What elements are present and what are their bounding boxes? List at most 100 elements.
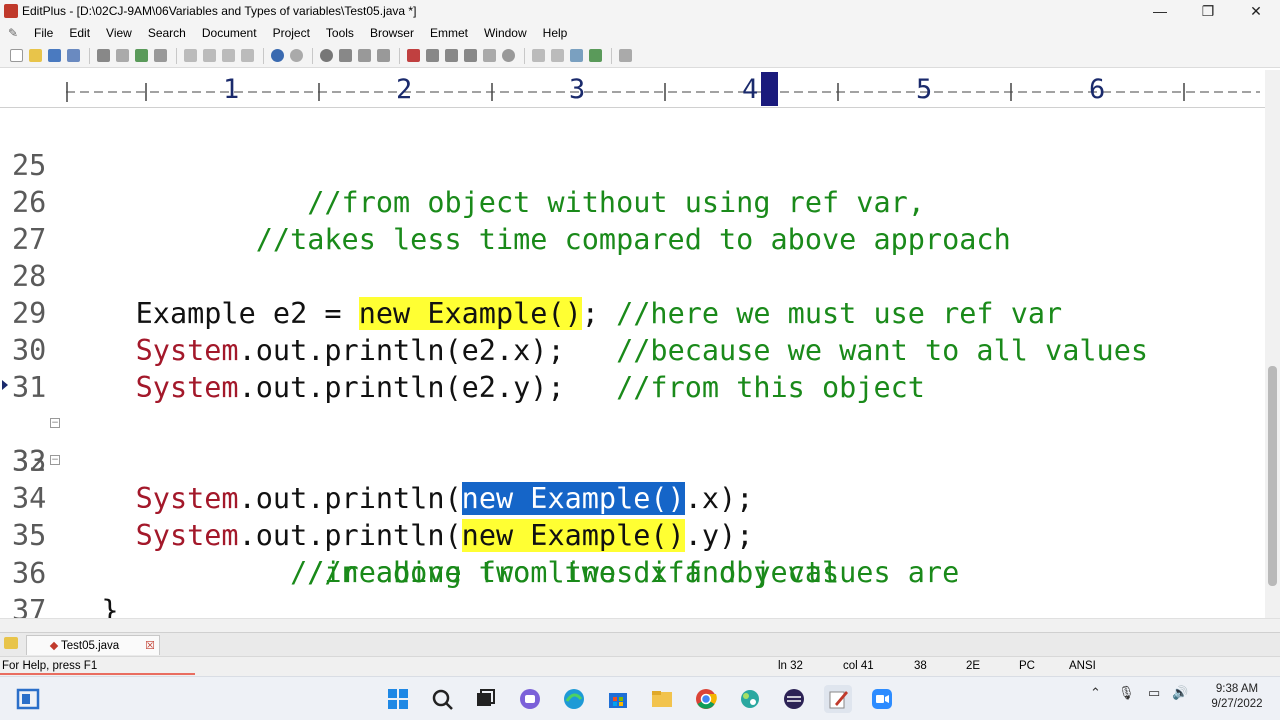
fold-marker-icon[interactable]: − (50, 418, 60, 428)
current-line-marker (2, 380, 8, 390)
status-column: col 41 (843, 660, 874, 672)
code-editor[interactable]: 25 //from object without using ref var, … (0, 108, 1265, 618)
window-cascade-icon[interactable] (549, 47, 566, 64)
ruler-mark-1: 1 (223, 74, 240, 105)
settings-icon[interactable] (500, 47, 517, 64)
vertical-scrollbar[interactable] (1265, 70, 1280, 618)
maximize-button[interactable]: ❐ (1185, 0, 1231, 22)
search-icon[interactable] (428, 685, 456, 713)
clock-date: 9/27/2022 (1211, 698, 1263, 710)
tab-label: Test05.java (61, 639, 120, 652)
menu-window[interactable]: Window (476, 26, 535, 40)
window-title: EditPlus - [D:\02CJ-9AM\06Variables and … (22, 4, 417, 18)
code-line: 25 //from object without using ref var, (0, 110, 1265, 219)
ruler-ticks (66, 72, 1260, 106)
open-folder-icon[interactable] (27, 47, 44, 64)
code-line: 36 } (0, 518, 1265, 618)
ruler-mark-6: 6 (1089, 74, 1106, 105)
help-icon[interactable] (617, 47, 634, 64)
editplus-taskbar-icon[interactable] (824, 685, 852, 713)
microphone-icon[interactable]: 🎙 (1118, 685, 1135, 701)
file-explorer-icon[interactable] (648, 685, 676, 713)
chrome-icon[interactable] (692, 685, 720, 713)
save-icon[interactable] (46, 47, 63, 64)
toolbar-separator (89, 47, 90, 64)
menu-view[interactable]: View (98, 26, 140, 40)
paste-icon[interactable] (220, 47, 237, 64)
code-line: 34 − //in above two lines x and y values… (0, 443, 1265, 589)
menu-emmet[interactable]: Emmet (422, 26, 476, 40)
code-line: 27 (0, 184, 1265, 256)
taskbar-clock[interactable]: 9:38 AM 9/27/2022 (1198, 682, 1276, 712)
widgets-icon[interactable] (14, 685, 42, 713)
font-icon[interactable] (405, 47, 422, 64)
redo-icon[interactable] (288, 47, 305, 64)
menu-edit[interactable]: Edit (61, 26, 98, 40)
edge-browser-icon[interactable] (560, 685, 588, 713)
store-icon[interactable] (604, 685, 632, 713)
find-in-files-icon[interactable] (356, 47, 373, 64)
print-preview-icon[interactable] (114, 47, 131, 64)
menu-search[interactable]: Search (140, 26, 194, 40)
menu-browser[interactable]: Browser (362, 26, 422, 40)
view-icon[interactable] (152, 47, 169, 64)
replace-icon[interactable] (337, 47, 354, 64)
status-value-2: 2E (966, 660, 981, 672)
progress-underline (0, 673, 195, 675)
directory-icon[interactable] (587, 47, 604, 64)
toolbar-separator (611, 47, 612, 64)
window-tile-icon[interactable] (530, 47, 547, 64)
find-icon[interactable] (318, 47, 335, 64)
chevron-up-icon[interactable]: ⌃ (1090, 685, 1101, 701)
code-line: 37 } (0, 555, 1265, 618)
close-button[interactable]: ✕ (1233, 0, 1279, 22)
undo-icon[interactable] (269, 47, 286, 64)
windows-start-icon[interactable] (384, 685, 412, 713)
fold-marker-icon[interactable]: − (50, 455, 60, 465)
folder-icon[interactable] (4, 637, 18, 649)
print-icon[interactable] (95, 47, 112, 64)
volume-icon[interactable]: 🔊 (1172, 685, 1188, 701)
code-line: 31 (0, 332, 1265, 404)
new-file-icon[interactable] (8, 47, 25, 64)
zoom-icon[interactable] (868, 685, 896, 713)
menu-file[interactable]: File (26, 26, 61, 40)
ruler: 1 2 3 4 5 6 (0, 70, 1280, 108)
goto-icon[interactable] (375, 47, 392, 64)
ruler-mark-3: 3 (569, 74, 586, 105)
clock-time: 9:38 AM (1215, 683, 1259, 695)
display-icon[interactable]: ▭ (1148, 685, 1160, 701)
toolbar-separator (399, 47, 400, 64)
task-view-icon[interactable] (471, 685, 499, 713)
indent-icon[interactable] (443, 47, 460, 64)
save-all-icon[interactable] (65, 47, 82, 64)
toolbar-separator (524, 47, 525, 64)
eclipse-icon[interactable] (780, 685, 808, 713)
tab-test05-java[interactable]: Test05.java ☒ (26, 635, 160, 655)
minimize-button[interactable]: — (1137, 0, 1183, 22)
code-line: 28 Example e2 = new Example(); //here we… (0, 221, 1265, 330)
close-tab-icon[interactable]: ☒ (145, 639, 155, 652)
line-number-icon[interactable] (481, 47, 498, 64)
word-wrap-icon[interactable] (424, 47, 441, 64)
spellcheck-icon[interactable] (133, 47, 150, 64)
toolbar-separator (263, 47, 264, 64)
copy-icon[interactable] (201, 47, 218, 64)
status-encoding: ANSI (1069, 660, 1096, 672)
network-app-icon[interactable] (736, 685, 764, 713)
taskbar: ⌃ 🎙 ▭ 🔊 9:38 AM 9/27/2022 (0, 676, 1280, 720)
scrollbar-thumb[interactable] (1268, 366, 1277, 586)
menu-tools[interactable]: Tools (318, 26, 362, 40)
cut-icon[interactable] (182, 47, 199, 64)
toolbar-separator (312, 47, 313, 64)
menu-document[interactable]: Document (194, 26, 265, 40)
menu-project[interactable]: Project (265, 26, 318, 40)
browser-icon[interactable] (568, 47, 585, 64)
chat-icon[interactable] (516, 685, 544, 713)
delete-icon[interactable] (239, 47, 256, 64)
status-bar: For Help, press F1 ln 32 col 41 38 2E PC… (0, 656, 1280, 676)
horizontal-scrollbar[interactable] (0, 618, 1280, 632)
ruler-mark-2: 2 (396, 74, 413, 105)
align-icon[interactable] (462, 47, 479, 64)
menu-help[interactable]: Help (535, 26, 576, 40)
